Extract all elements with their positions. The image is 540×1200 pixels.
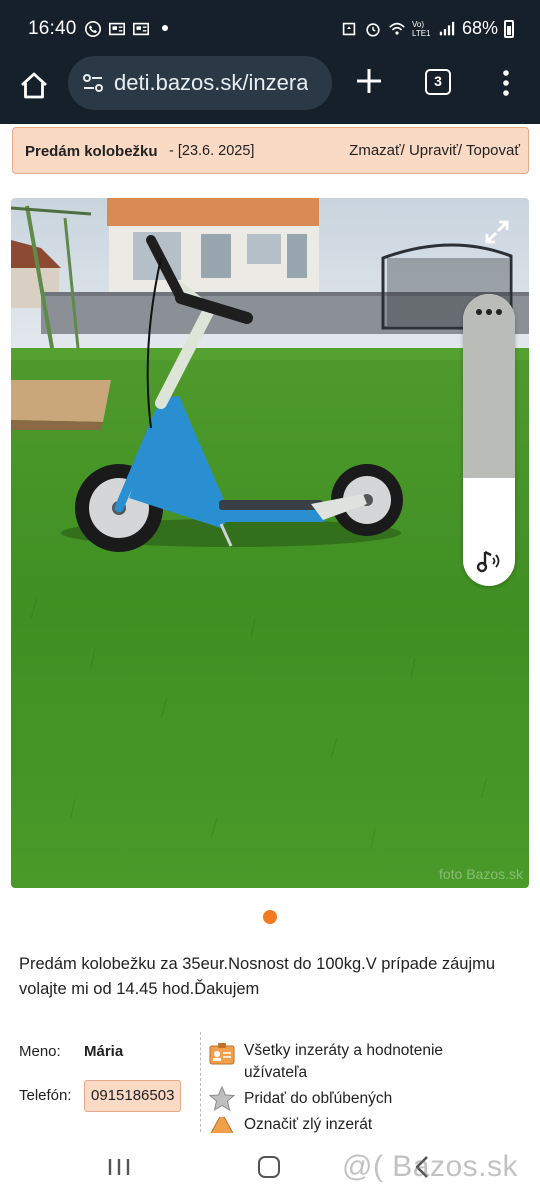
media-volume-icon[interactable] <box>474 546 504 576</box>
seller-name: Mária <box>84 1043 124 1060</box>
report-ad-link[interactable]: Označiť zlý inzerát <box>208 1117 372 1133</box>
notification-icons <box>84 20 150 38</box>
star-icon <box>208 1085 236 1112</box>
warning-icon <box>210 1117 234 1133</box>
gallery-page-indicator[interactable] <box>263 910 277 924</box>
status-time: 16:40 <box>28 18 77 39</box>
ad-title-bar: Predám kolobežku - [23.6. 2025] Zmazať/ … <box>12 127 529 174</box>
phone-call-icon <box>84 20 102 38</box>
phone-label: Telefón: <box>19 1087 72 1104</box>
user-card-icon <box>209 1043 235 1065</box>
scooter-photo <box>11 198 529 888</box>
wifi-icon <box>389 22 405 35</box>
volume-slider[interactable] <box>463 294 515 586</box>
url-text: deti.bazos.sk/inzera <box>114 70 309 95</box>
system-nav-bar: @( Bazos.sk <box>0 1133 540 1200</box>
ad-photo[interactable]: foto Bazos.sk <box>11 198 529 888</box>
lte-label: Vo) LTE1 <box>411 19 431 38</box>
alarm-icon <box>366 22 380 37</box>
add-favorite-label: Pridať do obľúbených <box>244 1090 393 1107</box>
add-favorite-link[interactable]: Pridať do obľúbených <box>208 1085 392 1113</box>
recent-apps-icon[interactable] <box>107 1157 131 1177</box>
name-label: Meno: <box>19 1043 61 1060</box>
volume-slider-track <box>463 294 515 478</box>
user-ads-label: Všetky inzeráty a hodnotenie užívateľa <box>244 1042 444 1081</box>
battery-percent: 68% <box>461 18 498 38</box>
address-bar[interactable]: deti.bazos.sk/inzera <box>68 56 332 110</box>
signal-icon <box>439 21 455 35</box>
fullscreen-icon[interactable] <box>483 218 511 246</box>
status-bar: 16:40 Vo) LTE1 68% <box>0 0 540 56</box>
site-settings-icon[interactable] <box>80 70 106 96</box>
notification-dot <box>162 25 168 31</box>
volume-options-icon[interactable] <box>476 309 502 319</box>
report-ad-label: Označiť zlý inzerát <box>244 1117 373 1133</box>
sync-icon <box>342 22 356 35</box>
new-tab-icon[interactable] <box>354 66 384 96</box>
ad-description: Predám kolobežku za 35eur.Nosnost do 100… <box>19 955 496 998</box>
bazos-watermark: @( Bazos.sk <box>342 1150 518 1183</box>
more-options-icon[interactable] <box>496 68 516 98</box>
user-ads-link[interactable]: Všetky inzeráty a hodnotenie užívateľa <box>208 1040 508 1084</box>
ad-actions-link[interactable]: Zmazať/ Upraviť/ Topovať <box>349 142 520 159</box>
photo-watermark: foto Bazos.sk <box>438 866 523 882</box>
ad-date: - [23.6. 2025] <box>169 143 255 159</box>
tab-switcher-button[interactable]: 3 <box>425 69 451 95</box>
phone-number-button[interactable]: 0915186503 <box>84 1080 182 1112</box>
news-icon <box>108 22 126 36</box>
browser-toolbar: deti.bazos.sk/inzera 3 <box>0 56 540 124</box>
battery-icon <box>504 19 514 38</box>
news-icon-2 <box>132 22 150 36</box>
ad-title: Predám kolobežku <box>25 143 158 160</box>
home-icon[interactable] <box>18 70 50 102</box>
home-nav-icon[interactable] <box>258 1156 280 1178</box>
system-icons: Vo) LTE1 68% <box>340 18 514 39</box>
divider <box>200 1032 201 1132</box>
